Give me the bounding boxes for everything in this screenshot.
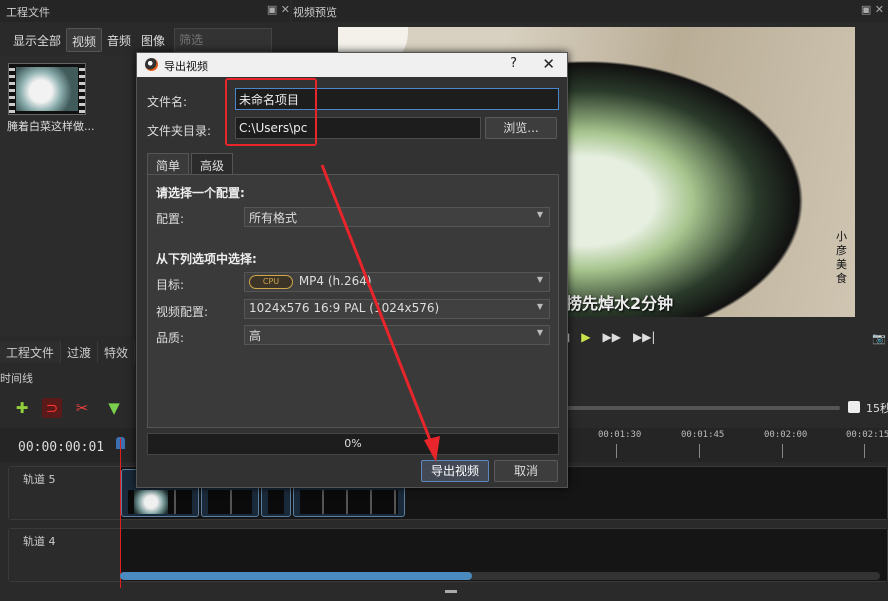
video-profile-select[interactable]: 1024x576 16:9 PAL (1024x576) ▼ [244, 299, 550, 319]
cancel-button[interactable]: 取消 [494, 460, 558, 482]
timecode-display: 00:00:00:01 [18, 440, 105, 455]
project-panel-title: 工程文件 [6, 6, 50, 19]
tab-advanced[interactable]: 高级 [191, 153, 234, 175]
chevron-down-icon: ▼ [536, 302, 543, 311]
timeline-scrollbar-thumb[interactable] [120, 572, 472, 580]
quality-label: 品质: [156, 331, 185, 345]
ruler-tick-label: 00:02:00 [764, 430, 808, 440]
quality-value: 高 [249, 329, 262, 343]
fast-forward-icon[interactable]: ▶▶ [602, 330, 620, 344]
resize-grip[interactable] [445, 590, 457, 593]
dialog-title: 导出视频 [164, 60, 208, 73]
clip-filmstrip [208, 490, 252, 514]
export-video-button[interactable]: 导出视频 [421, 460, 489, 482]
zoom-slider[interactable] [560, 406, 840, 410]
preview-panel-header: 视频预览 ▣ ✕ [292, 0, 888, 22]
zoom-handle[interactable] [848, 401, 860, 413]
dialog-titlebar: 导出视频 ? ✕ [137, 53, 567, 77]
config-select[interactable]: 所有格式 ▼ [244, 207, 550, 227]
filter-video[interactable]: 视频 [66, 28, 103, 52]
clip-filmstrip [268, 490, 284, 514]
panel-controls[interactable]: ▣ ✕ [861, 3, 884, 16]
chevron-down-icon: ▼ [536, 328, 543, 337]
filename-label: 文件名: [147, 95, 188, 109]
folder-label: 文件夹目录: [147, 124, 212, 138]
playhead-line[interactable] [120, 438, 121, 588]
target-label: 目标: [156, 278, 185, 292]
panel-controls[interactable]: ▣ ✕ [267, 3, 290, 16]
close-button[interactable]: ✕ [542, 55, 555, 73]
export-video-dialog: 导出视频 ? ✕ 文件名: 文件夹目录: 浏览... 简单 高级 请选择一个配置… [136, 52, 568, 488]
ruler-tick-label: 00:02:15 [846, 430, 888, 440]
clip-filmstrip [300, 490, 398, 514]
tab-simple[interactable]: 简单 [147, 153, 190, 175]
dialog-tab-bar: 简单 高级 [147, 153, 235, 175]
project-filter-bar: 显示全部 视频 音频 图像 [0, 28, 290, 54]
filter-image[interactable]: 图像 [136, 28, 170, 52]
film-strip-left [9, 64, 15, 114]
project-panel-header: 工程文件 ▣ ✕ [0, 0, 290, 22]
track-header[interactable]: 轨道 5 [9, 467, 121, 519]
file-name: 腌着白菜这样做... [7, 120, 95, 133]
cpu-badge: CPU [249, 274, 293, 289]
ruler-tick [782, 444, 783, 458]
track-name: 轨道 4 [23, 535, 56, 548]
ruler-tick-label: 00:01:45 [681, 430, 725, 440]
transport-controls: ◀ ▶ ▶▶ ▶▶| [560, 330, 655, 344]
ruler-tick [616, 444, 617, 458]
track-header[interactable]: 轨道 4 [9, 529, 121, 581]
target-select[interactable]: CPU MP4 (h.264) ▼ [244, 272, 550, 292]
project-file-list: 腌着白菜这样做... [0, 55, 140, 335]
jump-end-icon[interactable]: ▶▶| [633, 330, 656, 344]
export-progress-bar: 0% [147, 433, 559, 455]
chevron-down-icon: ▼ [536, 210, 543, 219]
filter-audio[interactable]: 音频 [102, 28, 136, 52]
video-profile-value: 1024x576 16:9 PAL (1024x576) [249, 301, 440, 315]
razor-icon[interactable]: ✂ [72, 398, 92, 418]
simple-tab-panel: 请选择一个配置: 配置: 所有格式 ▼ 从下列选项中选择: 目标: CPU MP… [147, 174, 559, 428]
thumbnail-image [16, 67, 78, 111]
add-marker-icon[interactable]: ▼ [104, 398, 124, 418]
openshot-logo-icon [145, 58, 158, 71]
film-strip-right [79, 64, 85, 114]
chevron-down-icon: ▼ [536, 275, 543, 284]
filter-input[interactable] [174, 28, 273, 52]
preview-watermark: 小彦美食 [836, 230, 847, 285]
ruler-tick [864, 444, 865, 458]
tab-project-files[interactable]: 工程文件 [0, 341, 62, 363]
target-value: MP4 (h.264) [298, 274, 372, 288]
preview-subtitle: 捞先焯水2分钟 [566, 294, 674, 313]
preview-panel-title: 视频预览 [293, 6, 337, 19]
zoom-label: 15秒 [866, 402, 888, 415]
browse-button[interactable]: 浏览... [485, 117, 557, 139]
tab-transitions[interactable]: 过渡 [61, 341, 99, 363]
config-label: 配置: [156, 212, 185, 226]
file-thumbnail[interactable] [8, 63, 86, 115]
add-track-icon[interactable]: ✚ [12, 398, 32, 418]
track-name: 轨道 5 [23, 473, 56, 486]
timeline-title: 时间线 [0, 372, 33, 385]
play-icon[interactable]: ▶ [581, 330, 590, 344]
ruler-tick-label: 00:01:30 [598, 430, 642, 440]
ruler-tick [699, 444, 700, 458]
quality-select[interactable]: 高 ▼ [244, 325, 550, 345]
camera-icon[interactable]: 📷 [872, 332, 886, 345]
annotation-highlight-box [225, 78, 317, 146]
options-section-title: 从下列选项中选择: [156, 252, 257, 266]
video-profile-label: 视频配置: [156, 305, 209, 319]
filter-show-all[interactable]: 显示全部 [8, 28, 66, 52]
help-button[interactable]: ? [510, 56, 517, 71]
tab-effects[interactable]: 特效 [98, 341, 136, 363]
config-value: 所有格式 [249, 211, 298, 225]
bottom-tab-bar: 工程文件 过渡 特效 [0, 341, 136, 363]
profile-section-title: 请选择一个配置: [156, 186, 245, 200]
snap-magnet-icon[interactable]: ⊃ [42, 398, 62, 418]
clip-thumbnail [134, 490, 168, 514]
